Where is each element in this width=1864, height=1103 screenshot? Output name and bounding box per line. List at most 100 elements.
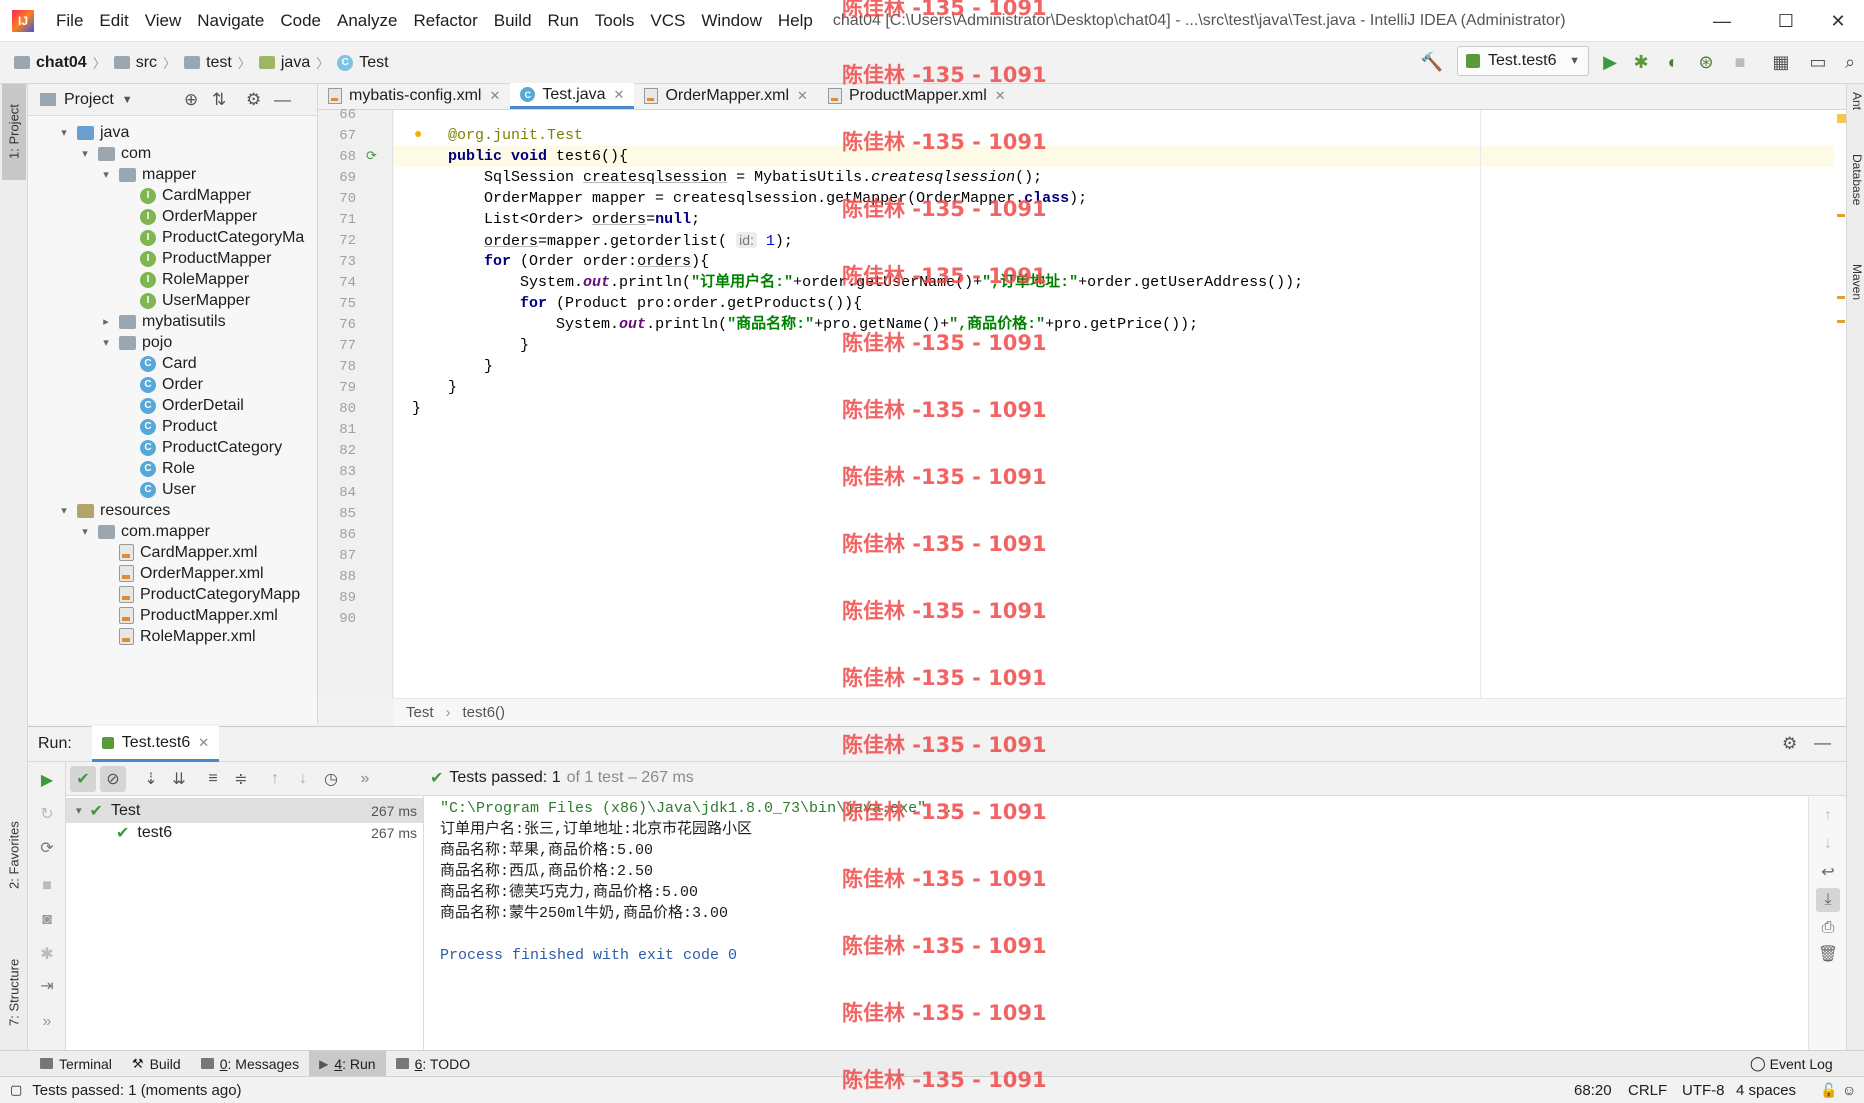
console-output[interactable]: "C:\Program Files (x86)\Java\jdk1.8.0_73… (424, 796, 1808, 1050)
menu-help[interactable]: Help (770, 11, 821, 31)
collapse-all-icon[interactable]: ≑ (228, 766, 254, 792)
search-icon[interactable]: ⌕ (1838, 50, 1862, 74)
close-icon[interactable]: ✕ (614, 87, 625, 103)
code-line[interactable] (394, 545, 1834, 566)
warning-mark[interactable] (1837, 296, 1845, 299)
soft-wrap-icon[interactable]: ↩ (1816, 860, 1840, 884)
collapse-all-icon[interactable]: ⇅ (212, 90, 226, 110)
chevron-down-icon[interactable]: ▾ (78, 147, 92, 160)
close-icon[interactable]: ✕ (489, 88, 500, 104)
chevron-down-icon[interactable]: ▾ (78, 525, 92, 538)
menu-file[interactable]: File (48, 11, 91, 31)
next-failed-icon[interactable]: ↓ (290, 766, 316, 792)
tool-tab-favorites[interactable]: 2: Favorites (2, 800, 26, 910)
code-line[interactable]: @org.junit.Test (394, 125, 1834, 146)
code-line[interactable] (394, 482, 1834, 503)
menu-refactor[interactable]: Refactor (405, 11, 485, 31)
inspector-icon[interactable]: ☺ (1842, 1082, 1856, 1098)
tool-tab-build[interactable]: ⚒ Build (122, 1051, 191, 1077)
export-icon[interactable]: ⇥ (35, 974, 59, 998)
caret-position[interactable]: 68:20 (1574, 1082, 1612, 1099)
tool-tab-maven[interactable]: Maven (1848, 264, 1864, 300)
breadcrumb-method[interactable]: test6() (463, 704, 506, 721)
down-icon[interactable]: ↓ (1816, 832, 1840, 856)
toggle-tool-windows-icon[interactable]: ▢ (10, 1082, 22, 1098)
gear-icon[interactable]: ⚙ (1782, 734, 1797, 754)
tree-node[interactable]: RoleMapper.xml (99, 624, 256, 649)
profile-icon[interactable]: ⊛ (1694, 50, 1718, 74)
run-tab-test6[interactable]: Test.test6 ✕ (91, 726, 220, 762)
editor-error-stripe[interactable] (1836, 110, 1846, 698)
debug-icon[interactable]: ✱ (35, 942, 59, 966)
tool-tab-structure[interactable]: 7: Structure (2, 932, 26, 1052)
camera-icon[interactable]: ◙ (35, 908, 59, 932)
code-line[interactable] (394, 104, 1834, 125)
intention-bulb-icon[interactable]: ● (414, 127, 422, 143)
menu-build[interactable]: Build (486, 11, 540, 31)
tool-tab-database[interactable]: Database (1848, 154, 1864, 205)
tool-tab-project[interactable]: 1: Project (2, 84, 26, 180)
close-icon[interactable]: ✕ (995, 88, 1006, 104)
code-line[interactable]: for (Order order:orders){ (394, 251, 1834, 272)
stop-icon[interactable]: ■ (35, 874, 59, 898)
code-line[interactable]: OrderMapper mapper = createsqlsession.ge… (394, 188, 1834, 209)
tool-tab-terminal[interactable]: Terminal (30, 1051, 122, 1077)
code-line[interactable] (394, 608, 1834, 629)
code-line[interactable]: SqlSession createsqlsession = MybatisUti… (394, 167, 1834, 188)
presentation-icon[interactable]: ▭ (1806, 50, 1830, 74)
chevron-down-icon[interactable]: ▾ (57, 504, 71, 517)
code-line[interactable] (394, 461, 1834, 482)
run-icon[interactable]: ▶ (1598, 50, 1622, 74)
breadcrumb-src[interactable]: src 〉 (113, 53, 176, 72)
close-icon[interactable]: ✕ (198, 735, 209, 751)
code-line[interactable]: orders=mapper.getorderlist( id: 1); (394, 230, 1834, 251)
menu-tools[interactable]: Tools (587, 11, 643, 31)
breadcrumb-java[interactable]: java 〉 (258, 53, 329, 72)
test-tree-row[interactable]: ✔ test6 267 ms (66, 820, 423, 845)
test-history-icon[interactable]: ◷ (318, 766, 344, 792)
project-structure-icon[interactable]: ▦ (1769, 50, 1793, 74)
chevron-down-icon[interactable]: ▾ (99, 336, 113, 349)
menu-edit[interactable]: Edit (91, 11, 136, 31)
locate-icon[interactable]: ⊕ (184, 90, 198, 110)
warning-mark[interactable] (1837, 320, 1845, 323)
warning-mark[interactable] (1837, 214, 1845, 217)
warning-indicator-icon[interactable] (1837, 114, 1846, 123)
tool-tab-messages[interactable]: 0: Messages (191, 1051, 309, 1077)
debug-icon[interactable]: ✱ (1629, 50, 1653, 74)
hide-panel-icon[interactable]: — (1814, 733, 1831, 753)
code-line[interactable]: } (394, 335, 1834, 356)
code-line[interactable]: } (394, 398, 1834, 419)
status-message[interactable]: Tests passed: 1 (moments ago) (32, 1082, 241, 1099)
code-line[interactable]: System.out.println("商品名称:"+pro.getName()… (394, 314, 1834, 335)
more-icon[interactable]: » (352, 766, 378, 792)
file-encoding[interactable]: UTF-8 (1682, 1082, 1725, 1099)
line-separator[interactable]: CRLF (1628, 1082, 1667, 1099)
rerun-failed-icon[interactable]: ↻ (35, 802, 59, 826)
coverage-icon[interactable]: ◐ (1661, 50, 1685, 74)
code-line[interactable] (394, 440, 1834, 461)
build-hammer-icon[interactable]: 🔨 (1420, 50, 1444, 74)
show-ignored-icon[interactable]: ⊘ (100, 766, 126, 792)
stop-icon[interactable]: ■ (1728, 50, 1752, 74)
close-window-icon[interactable]: ✕ (1810, 0, 1864, 42)
tool-tab-ant[interactable]: Ant (1848, 92, 1864, 110)
breadcrumb-project[interactable]: chat04 〉 (14, 53, 106, 72)
menu-navigate[interactable]: Navigate (189, 11, 272, 31)
menu-vcs[interactable]: VCS (642, 11, 693, 31)
rerun-icon[interactable]: ▶ (35, 768, 59, 792)
close-icon[interactable]: ✕ (797, 88, 808, 104)
chevron-right-icon[interactable]: ▸ (99, 315, 113, 328)
previous-failed-icon[interactable]: ↑ (262, 766, 288, 792)
chevron-down-icon[interactable]: ▾ (57, 126, 71, 139)
project-view-selector[interactable]: Project ▼ (40, 91, 133, 109)
code-line[interactable] (394, 419, 1834, 440)
print-icon[interactable]: ⎙ (1816, 916, 1840, 940)
tool-tab-event-log[interactable]: ◯ Event Log (1740, 1051, 1843, 1077)
sort-alphabetically-icon[interactable]: ⇣ (138, 766, 164, 792)
code-line[interactable] (394, 503, 1834, 524)
code-line[interactable]: List<Order> orders=null; (394, 209, 1834, 230)
gear-icon[interactable]: ⚙ (246, 90, 261, 110)
code-line[interactable]: public void test6(){ (394, 146, 1834, 167)
expand-all-icon[interactable]: ≡ (200, 766, 226, 792)
